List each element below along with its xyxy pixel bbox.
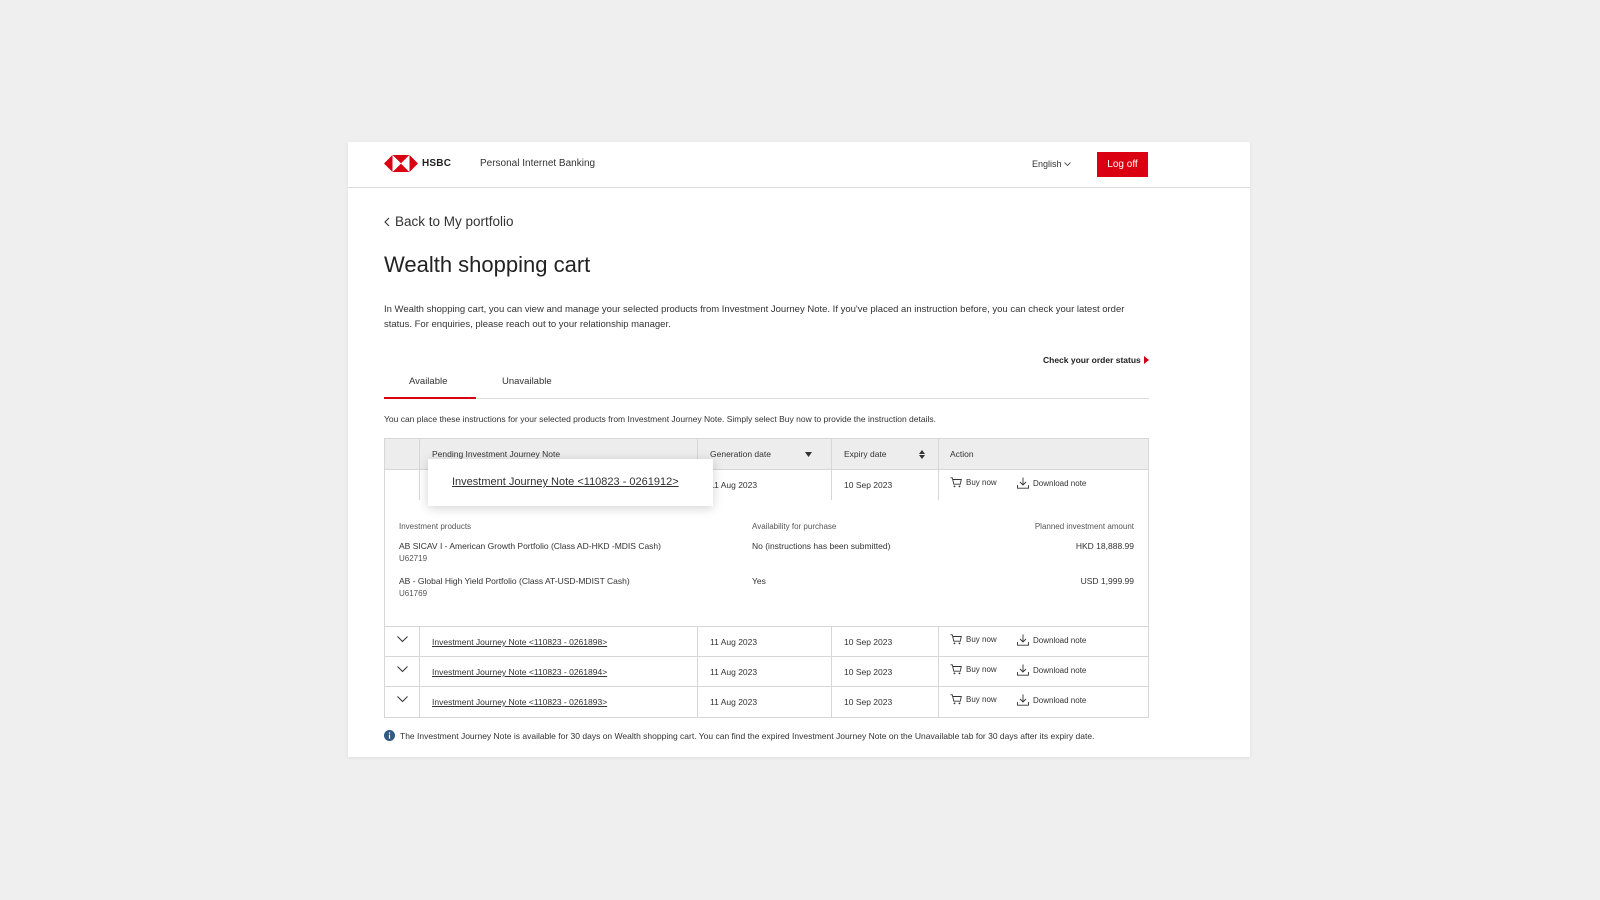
buy-now-button[interactable]: Buy now: [950, 477, 997, 488]
generation-date: 11 Aug 2023: [710, 667, 758, 677]
hsbc-logo[interactable]: HSBC: [384, 155, 451, 172]
info-icon: [384, 730, 395, 741]
footer-note: The Investment Journey Note is available…: [384, 730, 1094, 741]
product-amount: HKD 18,888.99: [1075, 541, 1134, 551]
buy-now-label: Buy now: [966, 635, 997, 644]
download-note-label: Download note: [1033, 635, 1087, 645]
order-status-label: Check your order status: [1043, 355, 1141, 365]
journey-notes-table: Pending Investment Journey Note Generati…: [384, 438, 1149, 718]
buy-now-button[interactable]: Buy now: [950, 634, 997, 645]
tab-bar: Available Unavailable: [384, 366, 1149, 399]
journey-note-popover: Investment Journey Note <110823 - 026191…: [428, 459, 713, 506]
expiry-date: 10 Sep 2023: [844, 637, 893, 647]
product-name: AB SICAV I - American Growth Portfolio (…: [399, 541, 661, 551]
expand-chevron-icon[interactable]: [397, 636, 408, 643]
chevron-left-icon: [384, 217, 390, 226]
download-note-label: Download note: [1033, 695, 1087, 705]
tab-available[interactable]: Available: [409, 376, 447, 387]
cart-icon: [950, 634, 962, 645]
expiry-date: 10 Sep 2023: [844, 480, 893, 490]
amount-header: Planned investment amount: [1034, 522, 1134, 531]
page-title: Wealth shopping cart: [384, 252, 591, 277]
instruction-text: You can place these instructions for you…: [384, 414, 936, 424]
intro-text: In Wealth shopping cart, you can view an…: [384, 304, 1125, 330]
app-name: Personal Internet Banking: [480, 158, 596, 169]
buy-now-button[interactable]: Buy now: [950, 664, 997, 675]
back-link-label: Back to My portfolio: [395, 214, 514, 229]
expiry-date: 10 Sep 2023: [844, 697, 893, 707]
brand-name: HSBC: [422, 158, 452, 169]
download-note-button[interactable]: Download note: [1017, 694, 1086, 706]
cart-icon: [950, 664, 962, 675]
cart-icon: [950, 477, 962, 488]
product-name: AB - Global High Yield Portfolio (Class …: [399, 576, 630, 586]
download-note-label: Download note: [1033, 478, 1087, 488]
header-generation-label: Generation date: [710, 449, 771, 459]
product-code: U62719: [399, 554, 428, 563]
app-window: HSBC Personal Internet Banking English L…: [348, 142, 1250, 757]
header-generation-date[interactable]: Generation date: [710, 449, 812, 459]
table-row: Investment Journey Note <110823 - 026189…: [385, 687, 1148, 717]
journey-note-link[interactable]: Investment Journey Note <110823 - 026189…: [432, 667, 607, 677]
journey-note-link[interactable]: Investment Journey Note <110823 - 026191…: [452, 476, 679, 488]
download-icon: [1017, 694, 1029, 706]
sort-icon: [918, 449, 925, 459]
download-icon: [1017, 477, 1029, 489]
download-note-button[interactable]: Download note: [1017, 634, 1086, 646]
cart-icon: [950, 694, 962, 705]
header-action: Action: [950, 449, 974, 459]
sort-desc-icon: [804, 451, 812, 457]
products-header: Investment products: [399, 522, 472, 531]
check-order-status-link[interactable]: Check your order status: [1043, 355, 1149, 365]
top-navigation-bar: HSBC Personal Internet Banking English L…: [348, 142, 1250, 188]
product-code: U61769: [399, 589, 428, 598]
download-note-label: Download note: [1033, 665, 1087, 675]
buy-now-label: Buy now: [966, 478, 997, 487]
language-selector[interactable]: English: [1032, 159, 1071, 169]
hsbc-hexagon-icon: [384, 155, 418, 172]
buy-now-button[interactable]: Buy now: [950, 694, 997, 705]
active-tab-indicator: [384, 397, 476, 399]
back-to-portfolio-link[interactable]: Back to My portfolio: [384, 214, 514, 229]
generation-date: 11 Aug 2023: [710, 480, 758, 490]
language-label: English: [1032, 159, 1062, 169]
table-row: Investment Journey Note <110823 - 026189…: [385, 627, 1148, 657]
expand-chevron-icon[interactable]: [397, 696, 408, 703]
logoff-button[interactable]: Log off: [1097, 152, 1148, 177]
caret-right-icon: [1143, 356, 1149, 364]
chevron-down-icon: [1063, 161, 1071, 166]
header-expiry-date[interactable]: Expiry date: [844, 449, 925, 459]
tab-unavailable[interactable]: Unavailable: [502, 376, 552, 387]
product-availability: No (instructions has been submitted): [752, 541, 891, 551]
product-amount: USD 1,999.99: [1080, 576, 1134, 586]
download-note-button[interactable]: Download note: [1017, 664, 1086, 676]
product-availability: Yes: [752, 576, 766, 586]
footer-note-text: The Investment Journey Note is available…: [400, 730, 1095, 741]
download-icon: [1017, 664, 1029, 676]
journey-note-link[interactable]: Investment Journey Note <110823 - 026189…: [432, 637, 607, 647]
expanded-products-panel: Investment products Availability for pur…: [385, 500, 1148, 627]
download-icon: [1017, 634, 1029, 646]
header-note: Pending Investment Journey Note: [432, 449, 561, 459]
header-expiry-label: Expiry date: [844, 449, 887, 459]
generation-date: 11 Aug 2023: [710, 637, 758, 647]
download-note-button[interactable]: Download note: [1017, 477, 1086, 489]
journey-note-link[interactable]: Investment Journey Note <110823 - 026189…: [432, 697, 607, 707]
expand-chevron-icon[interactable]: [397, 666, 408, 673]
buy-now-label: Buy now: [966, 695, 997, 704]
generation-date: 11 Aug 2023: [710, 697, 758, 707]
buy-now-label: Buy now: [966, 665, 997, 674]
expiry-date: 10 Sep 2023: [844, 667, 893, 677]
availability-header: Availability for purchase: [752, 522, 837, 531]
table-row: Investment Journey Note <110823 - 026189…: [385, 657, 1148, 687]
